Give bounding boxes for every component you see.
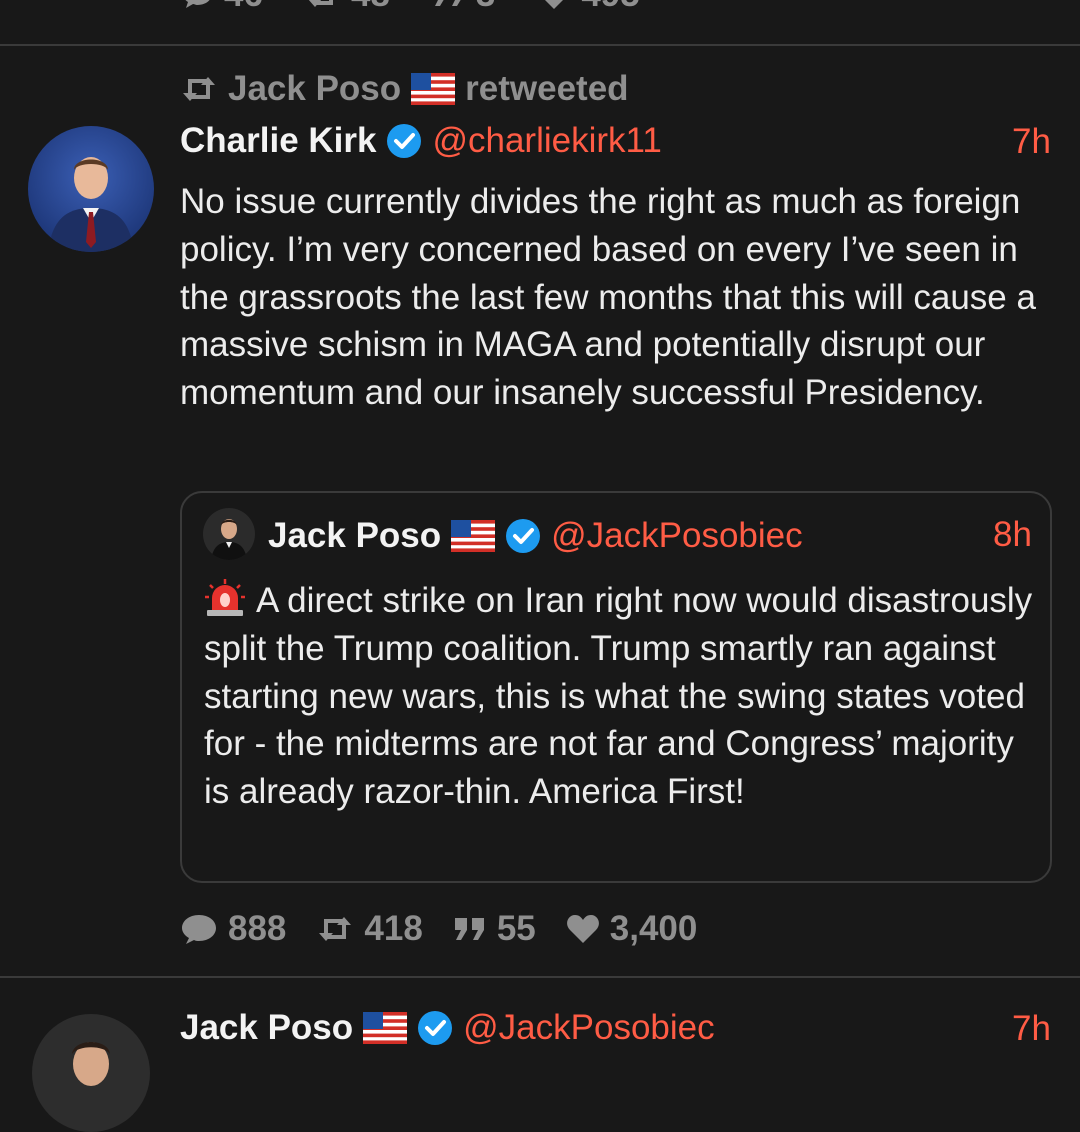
retweet-count: 418 xyxy=(364,909,423,948)
author-handle[interactable]: @charliekirk11 xyxy=(432,121,661,161)
like-count: 495 xyxy=(581,0,639,15)
comment-icon xyxy=(180,913,218,945)
comment-icon xyxy=(180,0,214,10)
quote-stat[interactable]: 3 xyxy=(432,0,495,15)
like-stat[interactable]: 495 xyxy=(537,0,640,15)
author-name[interactable]: Jack Poso xyxy=(180,1008,353,1048)
quote-stat[interactable]: 55 xyxy=(453,909,536,949)
tweet-time[interactable]: 7h xyxy=(1012,1009,1051,1049)
tweet-divider xyxy=(0,44,1080,46)
retweet-icon xyxy=(180,75,218,103)
avatar[interactable] xyxy=(28,126,154,252)
us-flag-icon xyxy=(451,520,496,552)
tweet-stats: 888 418 55 3,400 xyxy=(180,906,697,952)
quoted-tweet-text: A direct strike on Iran right now would … xyxy=(204,577,1044,816)
quoted-tweet-time[interactable]: 8h xyxy=(993,515,1032,555)
avatar[interactable] xyxy=(203,508,255,560)
reply-stat[interactable]: 888 xyxy=(180,909,286,949)
retweet-stat[interactable]: 48 xyxy=(305,0,390,15)
previous-tweet-stats: 46 48 3 495 xyxy=(180,0,640,15)
heart-icon xyxy=(537,0,571,10)
retweet-icon xyxy=(316,915,354,943)
verified-badge-icon xyxy=(386,123,422,159)
quote-icon xyxy=(432,0,466,8)
reply-count: 46 xyxy=(224,0,263,15)
reply-stat[interactable]: 46 xyxy=(180,0,263,15)
quoted-tweet[interactable]: Jack Poso @JackPosobiec 8h A direct stri… xyxy=(180,491,1052,883)
like-stat[interactable]: 3,400 xyxy=(566,909,698,949)
author-handle[interactable]: @JackPosobiec xyxy=(463,1008,714,1048)
us-flag-icon xyxy=(411,73,456,105)
retweeted-label: retweeted xyxy=(465,69,629,108)
quoted-author-handle[interactable]: @JackPosobiec xyxy=(551,516,802,556)
author-name[interactable]: Charlie Kirk xyxy=(180,121,376,161)
like-count: 3,400 xyxy=(609,909,698,948)
retweet-header[interactable]: Jack Poso retweeted xyxy=(180,66,629,112)
us-flag-icon xyxy=(363,1012,408,1044)
tweet-time[interactable]: 7h xyxy=(1012,122,1051,162)
quoted-tweet-header: Jack Poso @JackPosobiec xyxy=(268,513,803,559)
quote-count: 3 xyxy=(476,0,495,15)
verified-badge-icon xyxy=(505,518,541,554)
tweet-header: Charlie Kirk @charliekirk11 xyxy=(180,118,662,164)
heart-icon xyxy=(566,914,600,944)
quote-icon xyxy=(453,916,487,942)
retweet-stat[interactable]: 418 xyxy=(316,909,423,949)
avatar[interactable] xyxy=(32,1014,150,1132)
retweet-count: 48 xyxy=(351,0,390,15)
quote-count: 55 xyxy=(496,909,536,948)
tweet-divider xyxy=(0,976,1080,978)
verified-badge-icon xyxy=(417,1010,453,1046)
next-tweet-header: Jack Poso @JackPosobiec xyxy=(180,1005,715,1051)
siren-icon xyxy=(204,578,246,616)
quoted-tweet-body: A direct strike on Iran right now would … xyxy=(204,581,1033,812)
reply-count: 888 xyxy=(228,909,287,948)
tweet-text: No issue currently divides the right as … xyxy=(180,182,1036,413)
quoted-author-name[interactable]: Jack Poso xyxy=(268,516,441,556)
retweeter-name: Jack Poso xyxy=(228,69,402,108)
retweet-icon xyxy=(305,0,341,9)
